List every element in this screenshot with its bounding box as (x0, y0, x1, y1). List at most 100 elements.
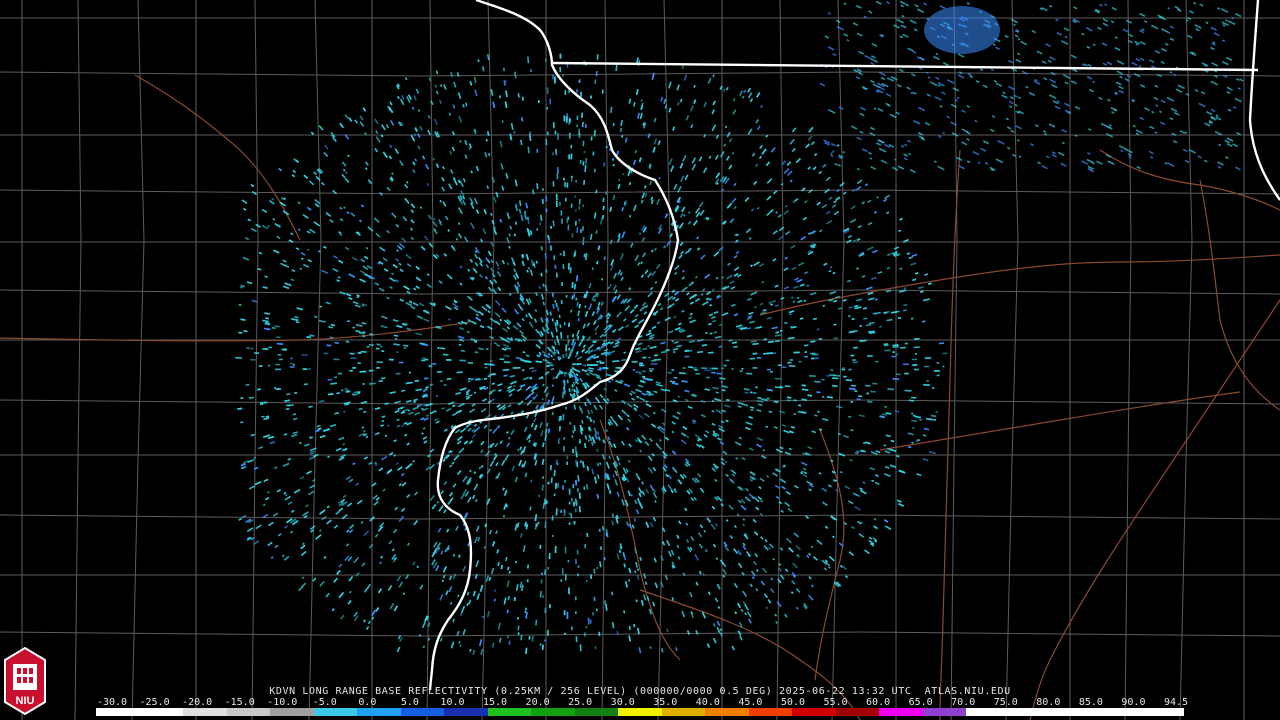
echo-mark (502, 515, 506, 518)
echo-mark (467, 380, 471, 383)
echo-mark (520, 139, 523, 146)
echo-mark (295, 321, 300, 324)
echo-mark (623, 201, 626, 205)
echo-mark (879, 415, 885, 418)
echo-mark (553, 469, 556, 477)
echo-mark (581, 420, 584, 424)
echo-mark (326, 344, 332, 347)
echo-mark (538, 285, 541, 290)
echo-mark (483, 377, 488, 380)
echo-mark (596, 448, 599, 453)
echo-mark (369, 333, 374, 336)
echo-mark (527, 564, 530, 569)
echo-mark (435, 395, 438, 398)
echo-mark (913, 337, 920, 340)
echo-mark (440, 347, 446, 350)
echo-mark (608, 455, 611, 460)
echo-mark (319, 400, 325, 403)
echo-mark (883, 311, 888, 314)
echo-mark (637, 477, 641, 481)
echo-mark (485, 348, 489, 351)
echo-mark (540, 214, 543, 222)
echo-mark (598, 528, 601, 532)
echo-mark (903, 303, 908, 307)
echo-mark (765, 134, 769, 138)
echo-mark (586, 484, 589, 490)
echo-mark (609, 283, 612, 287)
echo-mark (532, 189, 535, 195)
echo-mark (752, 342, 759, 346)
echo-mark (460, 349, 465, 352)
echo-mark (861, 275, 866, 278)
echo-mark (856, 267, 859, 270)
echo-mark (793, 413, 796, 416)
echo-mark (822, 304, 826, 307)
echo-mark (768, 547, 771, 550)
echo-mark (539, 590, 542, 598)
echo-mark (862, 481, 866, 484)
echo-mark (677, 395, 681, 398)
echo-mark (712, 386, 719, 390)
echo-mark (605, 532, 609, 538)
echo-mark (365, 435, 369, 439)
echo-mark (505, 90, 508, 98)
echo-mark (752, 391, 757, 395)
echo-mark (790, 591, 794, 594)
echo-mark (863, 317, 868, 320)
echo-mark (679, 98, 683, 103)
echo-mark (290, 278, 295, 282)
echo-mark (718, 323, 723, 327)
echo-mark (658, 176, 661, 180)
echo-mark (627, 459, 631, 463)
echo-mark (617, 183, 621, 189)
echo-mark (499, 318, 503, 322)
echo-mark (494, 452, 497, 456)
echo-mark (238, 303, 242, 306)
echo-mark (535, 619, 538, 626)
echo-mark (647, 344, 651, 348)
echo-mark (517, 448, 520, 452)
echo-mark (262, 319, 269, 323)
echo-mark (435, 70, 439, 75)
echo-mark (796, 296, 800, 300)
echo-mark (502, 487, 505, 491)
echo-mark (768, 389, 773, 392)
echo-mark (568, 388, 571, 392)
echo-mark (524, 360, 532, 363)
echo-mark (917, 438, 921, 442)
echo-mark (719, 628, 723, 632)
echo-mark (870, 390, 876, 393)
echo-mark (733, 345, 738, 348)
echo-mark (719, 377, 726, 380)
echo-mark (744, 391, 749, 394)
echo-mark (448, 112, 452, 116)
echo-mark (770, 303, 773, 306)
echo-mark (533, 263, 536, 267)
echo-mark (466, 602, 469, 607)
echo-mark (622, 173, 625, 176)
echo-mark (681, 380, 688, 383)
echo-mark (499, 358, 505, 361)
echo-mark (573, 293, 576, 299)
echo-mark (801, 384, 806, 387)
echo-mark (778, 563, 782, 566)
echo-mark (597, 368, 602, 371)
echo-mark (731, 151, 735, 155)
echo-mark (906, 252, 911, 256)
echo-mark (725, 519, 729, 522)
echo-mark (283, 491, 287, 495)
echo-mark (725, 419, 729, 423)
echo-mark (393, 343, 400, 346)
echo-mark (763, 338, 768, 341)
echo-mark (873, 517, 877, 521)
echo-mark (490, 212, 493, 217)
echo-mark (599, 546, 603, 551)
echo-mark (911, 419, 918, 423)
echo-mark (705, 331, 708, 334)
echo-mark (422, 390, 426, 393)
echo-mark (414, 158, 418, 162)
echo-mark (450, 425, 454, 428)
echo-mark (818, 337, 823, 340)
echo-mark (540, 272, 543, 277)
echo-mark (265, 312, 268, 315)
